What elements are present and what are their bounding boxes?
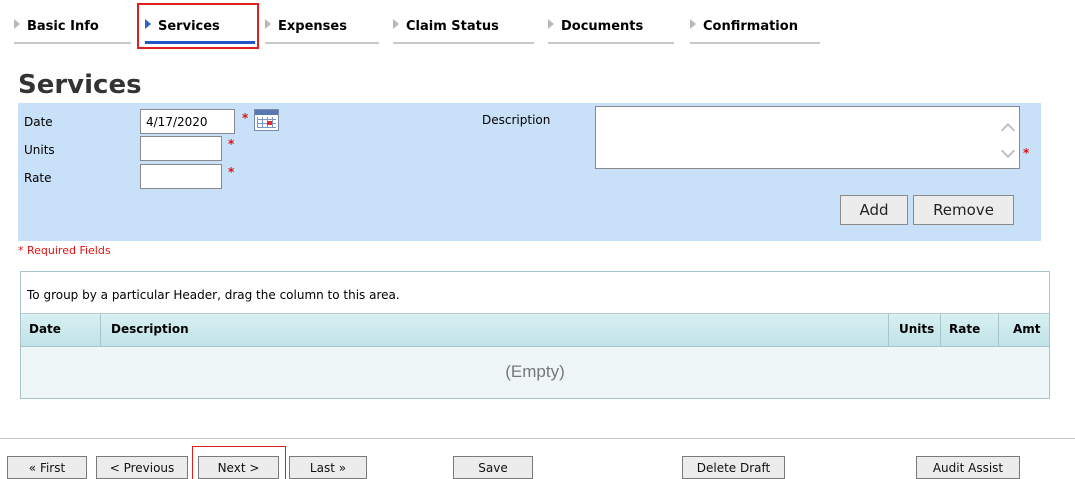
column-header-rate[interactable]: Rate: [941, 314, 999, 347]
description-textarea[interactable]: [595, 106, 1020, 169]
scroll-up-icon[interactable]: [1000, 122, 1016, 138]
next-button[interactable]: Next >: [198, 456, 279, 479]
tab-expenses[interactable]: Expenses: [265, 8, 379, 44]
description-required-marker: *: [1023, 146, 1030, 160]
first-button[interactable]: « First: [7, 456, 87, 479]
date-required-marker: *: [242, 111, 249, 125]
column-header-description[interactable]: Description: [101, 314, 889, 347]
tab-arrow-icon: [548, 19, 554, 29]
page-title: Services: [18, 70, 142, 100]
grid-header-row: Date Description Units Rate Amt: [21, 314, 1049, 347]
grid-empty-message: (Empty): [505, 362, 565, 381]
tab-label: Confirmation: [703, 19, 798, 34]
tab-label: Basic Info: [27, 19, 99, 34]
date-input[interactable]: [140, 109, 235, 134]
remove-button[interactable]: Remove: [913, 195, 1014, 225]
column-header-units[interactable]: Units: [889, 314, 941, 347]
tab-arrow-icon: [265, 19, 271, 29]
tab-label: Expenses: [278, 19, 347, 34]
tab-label: Claim Status: [406, 19, 499, 34]
units-required-marker: *: [228, 137, 235, 151]
tab-arrow-icon: [393, 19, 399, 29]
previous-button[interactable]: < Previous: [96, 456, 188, 479]
group-by-area[interactable]: To group by a particular Header, drag th…: [21, 272, 1049, 314]
tab-arrow-icon: [145, 19, 151, 29]
units-input[interactable]: [140, 136, 222, 161]
rate-label: Rate: [24, 171, 52, 185]
tab-claim-status[interactable]: Claim Status: [393, 8, 534, 44]
tab-label: Documents: [561, 19, 644, 34]
tab-arrow-icon: [690, 19, 696, 29]
date-label: Date: [24, 115, 53, 129]
required-fields-note: * Required Fields: [18, 244, 111, 257]
calendar-icon[interactable]: [254, 109, 279, 131]
tab-documents[interactable]: Documents: [548, 8, 674, 44]
scroll-down-icon[interactable]: [1000, 143, 1016, 159]
rate-required-marker: *: [228, 165, 235, 179]
tab-confirmation[interactable]: Confirmation: [690, 8, 820, 44]
column-header-date[interactable]: Date: [21, 314, 101, 347]
tab-basic-info[interactable]: Basic Info: [14, 8, 131, 44]
add-button[interactable]: Add: [840, 195, 908, 225]
units-label: Units: [24, 143, 55, 157]
rate-input[interactable]: [140, 164, 222, 189]
wizard-tabs: Basic Info Services Expenses Claim Statu…: [0, 0, 1075, 48]
description-label: Description: [482, 113, 551, 127]
divider: [0, 438, 1075, 439]
audit-assist-button[interactable]: Audit Assist: [916, 456, 1020, 479]
column-header-amt[interactable]: Amt: [999, 314, 1049, 347]
save-button[interactable]: Save: [453, 456, 533, 479]
last-button[interactable]: Last »: [289, 456, 367, 479]
tab-arrow-icon: [14, 19, 20, 29]
tab-label: Services: [158, 19, 220, 34]
tab-services[interactable]: Services: [145, 8, 255, 44]
services-grid: To group by a particular Header, drag th…: [20, 271, 1050, 399]
delete-draft-button[interactable]: Delete Draft: [682, 456, 785, 479]
